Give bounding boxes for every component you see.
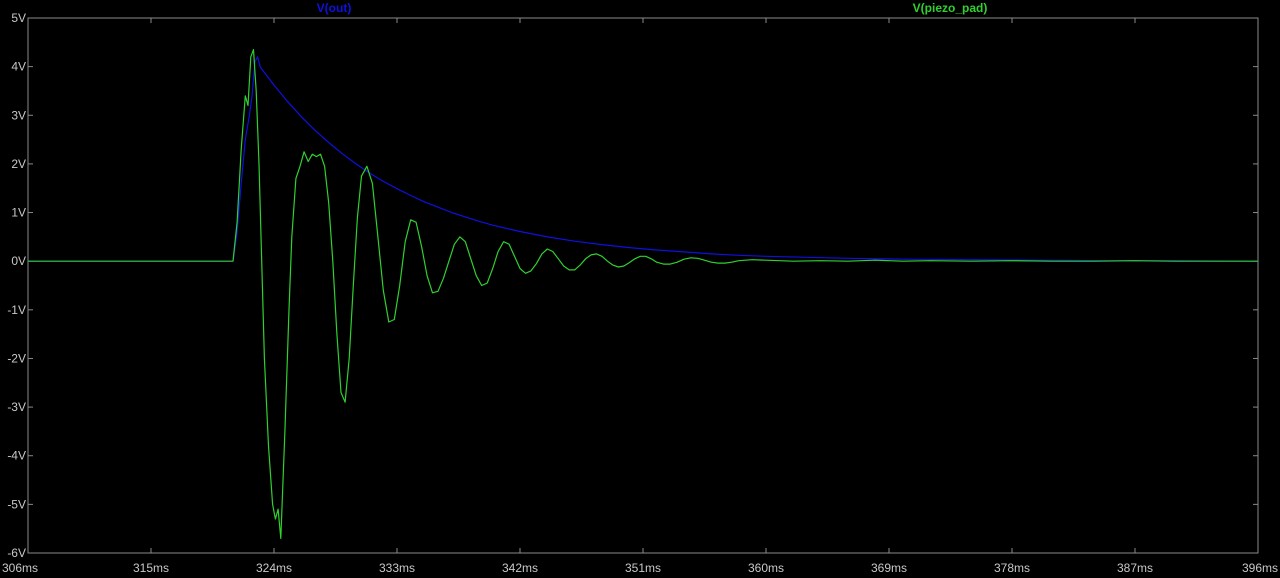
x-tick-label: 333ms [379, 561, 415, 575]
x-tick-label: 396ms [1242, 561, 1278, 575]
plot-background [0, 0, 1280, 578]
y-tick-label: -2V [7, 351, 26, 365]
y-tick-label: 4V [11, 60, 26, 74]
y-tick-label: -6V [7, 546, 26, 560]
legend-entry-v-piezo-pad[interactable]: V(piezo_pad) [913, 1, 988, 15]
legend-entry-v-out[interactable]: V(out) [317, 1, 352, 15]
x-tick-label: 369ms [871, 561, 907, 575]
x-tick-label: 315ms [133, 561, 169, 575]
x-tick-label: 324ms [256, 561, 292, 575]
x-tick-label: 306ms [2, 561, 38, 575]
y-tick-label: -4V [7, 449, 26, 463]
waveform-plot: 5V 4V 3V 2V 1V 0V -1V -2V -3V -4V -5V -6V306ms 315ms… [0, 0, 1280, 578]
x-tick-label: 378ms [994, 561, 1030, 575]
x-tick-label: 342ms [502, 561, 538, 575]
y-tick-label: 2V [11, 157, 26, 171]
y-tick-label: 0V [11, 254, 26, 268]
y-tick-label: -3V [7, 400, 26, 414]
x-tick-label: 351ms [625, 561, 661, 575]
x-tick-label: 360ms [748, 561, 784, 575]
y-tick-label: 5V [11, 11, 26, 25]
x-tick-label: 387ms [1117, 561, 1153, 575]
y-tick-label: 1V [11, 206, 26, 220]
y-tick-label: -1V [7, 303, 26, 317]
y-tick-label: 3V [11, 108, 26, 122]
y-tick-label: -5V [7, 497, 26, 511]
